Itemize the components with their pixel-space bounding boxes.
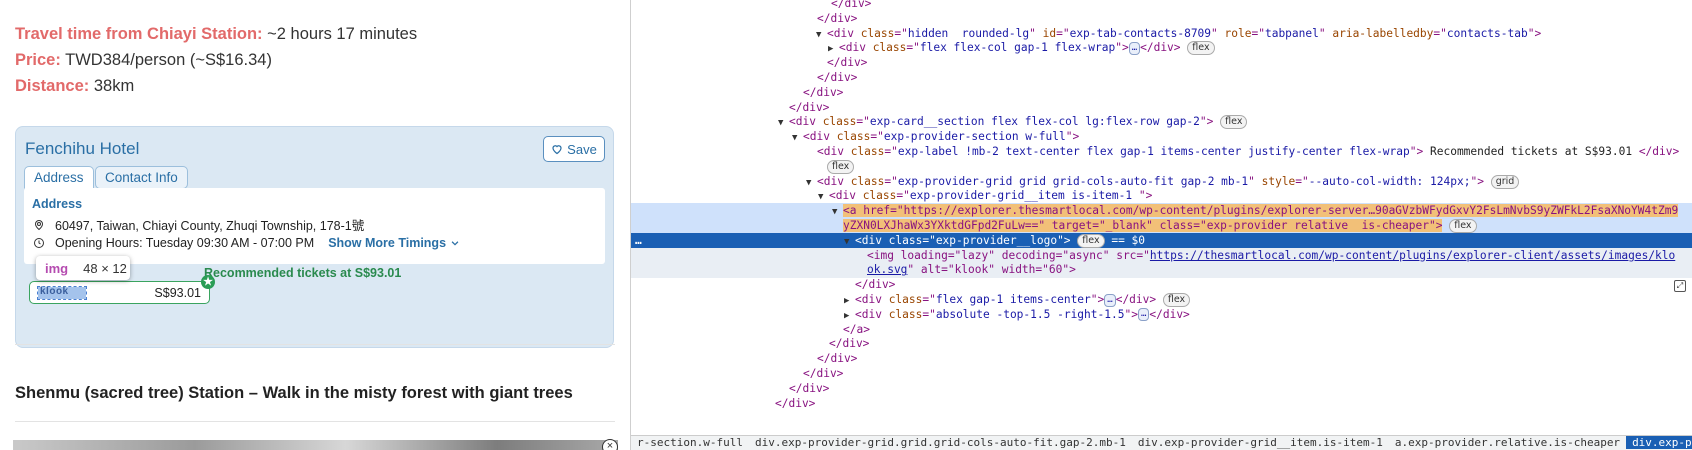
hours-row: Opening Hours: Tuesday 09:30 AM - 07:00 … [33, 236, 460, 250]
hours-text: Opening Hours: Tuesday 09:30 AM - 07:00 … [55, 236, 315, 250]
breadcrumb-item[interactable]: div.exp-provider-grid.grid.grid-cols-aut… [749, 436, 1132, 449]
distance-label: Distance: [15, 77, 90, 95]
tooltip-tag: img [45, 260, 69, 276]
close-icon[interactable]: × [602, 439, 618, 450]
recommended-tickets-label: Recommended tickets at S$93.01 [204, 266, 402, 280]
address-panel: Address 60497, Taiwan, Chiayi County, Zh… [24, 188, 605, 264]
clock-icon [34, 238, 44, 248]
dom-node-line[interactable]: </div> [631, 100, 1692, 116]
dom-node-line[interactable]: ▼ <div class="exp-provider-section w-full… [631, 129, 1692, 145]
hotel-name[interactable]: Fenchihu Hotel [25, 139, 139, 159]
devtools-breadcrumb: r-section.w-full div.exp-provider-grid.gr… [631, 435, 1692, 450]
dom-node-line[interactable]: yZXN0LXJhaWx3YXktdGFpd2FuLw==" target="_… [631, 218, 1692, 234]
section-title: Shenmu (sacred tree) Station – Walk in t… [15, 384, 573, 402]
dom-node-line[interactable]: </div> [631, 85, 1692, 101]
tooltip-dimensions: 48 × 12 [83, 260, 127, 276]
dom-node-line[interactable]: </div> [631, 11, 1692, 27]
dom-node-line[interactable]: </div> [631, 277, 1692, 293]
dom-node-line[interactable]: ok.svg" alt="klook" width="60"> [631, 262, 1692, 279]
dom-node-line[interactable]: </a> [631, 322, 1692, 338]
inspector-tooltip: img 48 × 12 [36, 256, 130, 280]
klook-logo-text: klook [40, 286, 69, 297]
price-label: Price: [15, 51, 61, 69]
breadcrumb-item[interactable]: div.exp-provider__logo [1626, 436, 1692, 449]
price-value: TWD384/person (~S$16.34) [60, 51, 272, 69]
dom-node-line[interactable]: <div class="exp-label !mb-2 text-center … [631, 144, 1692, 160]
provider-ticket-link[interactable]: klook S$93.01 [29, 281, 210, 304]
address-row: 60497, Taiwan, Chiayi County, Zhuqi Town… [33, 215, 364, 234]
save-button[interactable]: Save [543, 136, 605, 162]
dom-node-line[interactable]: ▶ <div class="flex flex-col gap-1 flex-wr… [631, 40, 1692, 56]
dom-node-line[interactable]: </div> [631, 70, 1692, 86]
save-label: Save [567, 141, 597, 157]
klook-logo: klook [37, 286, 87, 300]
hotel-card: Fenchihu Hotel Save Address Contact Info… [15, 126, 614, 348]
dom-node-line[interactable]: ▼ <div class="exp-card__section flex flex… [631, 114, 1692, 130]
dom-node-line[interactable]: ▼ <div class="hidden rounded-lg" id="exp-… [631, 26, 1692, 42]
address-heading: Address [32, 197, 83, 211]
chevron-down-icon [451, 241, 459, 246]
travel-time-line: Travel time from Chiayi Station: ~2 hour… [15, 25, 417, 44]
price-line: Price: TWD384/person (~S$16.34) [15, 51, 272, 70]
dom-node-line[interactable]: flex [631, 159, 1692, 175]
dom-node-line[interactable]: ▼ <div class="exp-provider__logo"> flex =… [631, 232, 1692, 249]
breadcrumb-item[interactable]: a.exp-provider.relative.is-cheaper [1389, 436, 1626, 449]
tab-address[interactable]: Address [24, 166, 94, 189]
show-more-timings-link[interactable]: Show More Timings [328, 236, 460, 250]
dom-node-line[interactable]: ▼ <div class="exp-provider-grid grid grid… [631, 174, 1692, 190]
tab-contact-info[interactable]: Contact Info [95, 166, 188, 189]
location-pin-icon [34, 219, 44, 230]
dom-node-line[interactable]: ▼ <div class="exp-provider-grid__item is-… [631, 188, 1692, 204]
cheaper-star-icon: ★ [201, 275, 215, 289]
dom-node-line[interactable]: </div> [631, 396, 1692, 412]
scroll-into-view-icon[interactable]: ⤢ [1674, 280, 1686, 292]
article-page: Travel time from Chiayi Station: ~2 hour… [0, 0, 630, 450]
dom-node-line[interactable]: <img loading="lazy" decoding="async" src… [631, 247, 1692, 264]
distance-value: 38km [89, 77, 135, 95]
divider [15, 421, 615, 422]
breadcrumb-item[interactable]: div.exp-provider-grid__item.is-item-1 [1132, 436, 1389, 449]
divider [15, 344, 615, 345]
dom-node-line[interactable]: </div> [631, 336, 1692, 352]
forest-photo [13, 440, 618, 450]
provider-price: S$93.01 [154, 286, 201, 300]
travel-time-label: Travel time from Chiayi Station: [15, 25, 263, 43]
dom-node-line[interactable]: ▶ <div class="flex gap-1 items-center">… <… [631, 292, 1692, 308]
address-text: 60497, Taiwan, Chiayi County, Zhuqi Town… [55, 219, 365, 233]
distance-line: Distance: 38km [15, 77, 134, 96]
heart-icon [552, 145, 562, 155]
travel-time-value: ~2 hours 17 minutes [262, 25, 418, 43]
dom-node-line[interactable]: </div> [631, 351, 1692, 367]
dom-node-line[interactable]: ▶ <div class="absolute -top-1.5 -right-1.… [631, 307, 1692, 323]
show-more-label: Show More Timings [328, 236, 447, 250]
breadcrumb-item[interactable]: r-section.w-full [631, 436, 749, 449]
dom-node-line[interactable]: ▼ <a href="https://explorer.thesmartlocal… [631, 203, 1692, 220]
dom-node-line[interactable]: </div> [631, 381, 1692, 397]
node-actions-icon[interactable]: … [635, 233, 642, 249]
devtools-elements-panel: </div> </div> ▼ <div class="hidden rounded-… [630, 0, 1692, 450]
dom-node-line[interactable]: </div> [631, 55, 1692, 71]
dom-node-line[interactable]: </div> [631, 366, 1692, 382]
